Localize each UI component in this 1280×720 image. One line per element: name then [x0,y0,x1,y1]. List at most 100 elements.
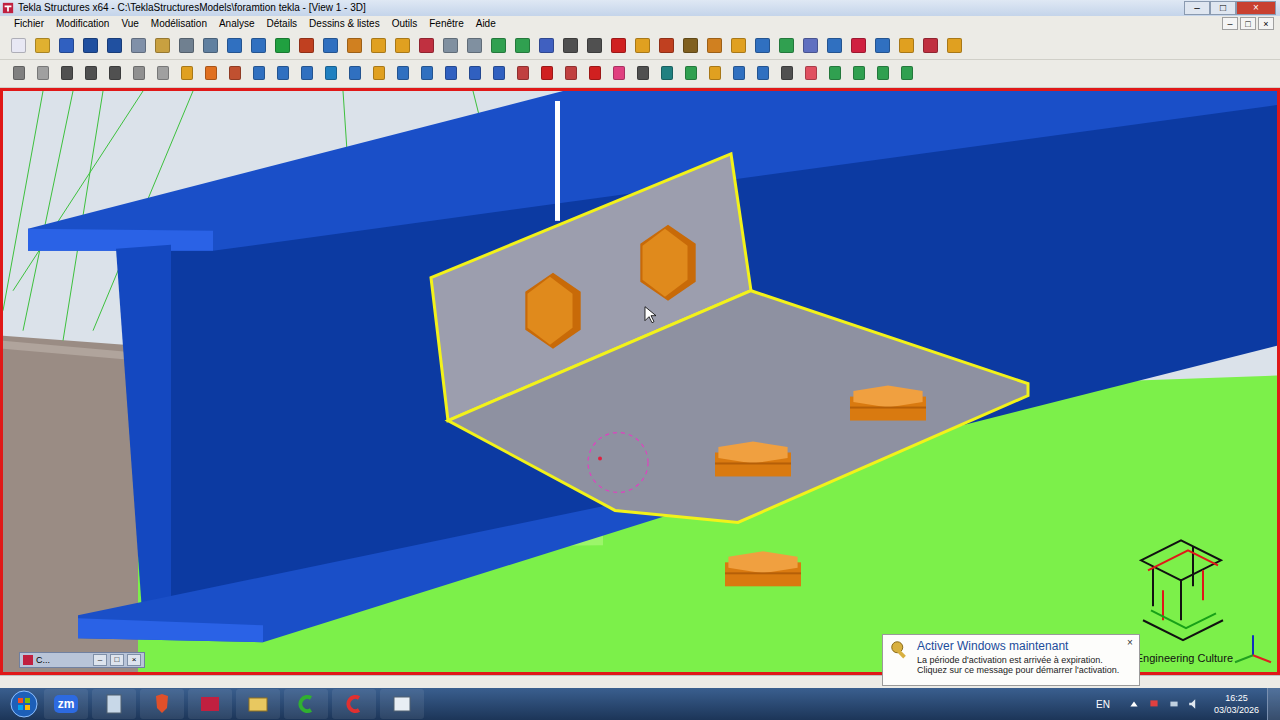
tool-icon[interactable] [608,35,629,56]
tool-icon[interactable] [512,63,533,84]
tool-icon[interactable] [560,35,581,56]
tool-icon[interactable] [896,35,917,56]
flag-icon[interactable] [1148,698,1160,710]
minimized-window-control-button[interactable]: × [127,654,141,666]
tool-icon[interactable] [296,35,317,56]
tool-icon[interactable] [584,63,605,84]
taskbar-app[interactable] [188,689,232,719]
tool-icon[interactable] [536,35,557,56]
view-control-button[interactable]: □ [1240,17,1256,30]
tool-icon[interactable] [8,35,29,56]
tool-icon[interactable] [392,63,413,84]
menu-item[interactable]: Analyse [213,18,261,29]
taskbar-app[interactable]: zm [44,689,88,719]
tool-icon[interactable] [776,35,797,56]
tool-icon[interactable] [80,63,101,84]
show-desktop-button[interactable] [1267,688,1280,720]
tool-icon[interactable] [392,35,413,56]
tool-icon[interactable] [272,63,293,84]
tool-icon[interactable] [440,63,461,84]
tool-icon[interactable] [488,63,509,84]
tool-icon[interactable] [200,35,221,56]
network-icon[interactable] [1168,698,1180,710]
tool-icon[interactable] [680,35,701,56]
tool-icon[interactable] [152,63,173,84]
tool-icon[interactable] [872,35,893,56]
tool-icon[interactable] [104,63,125,84]
tool-icon[interactable] [584,35,605,56]
nut-icon[interactable] [725,551,801,586]
tool-icon[interactable] [176,35,197,56]
start-button[interactable] [4,690,44,718]
language-indicator[interactable]: EN [1096,699,1110,710]
tool-icon[interactable] [632,35,653,56]
nut-icon[interactable] [850,385,926,420]
tool-icon[interactable] [224,35,245,56]
tool-icon[interactable] [656,35,677,56]
view-control-button[interactable]: × [1258,17,1274,30]
menu-item[interactable]: Modélisation [145,18,213,29]
model-scene[interactable] [3,91,1277,672]
tool-icon[interactable] [296,63,317,84]
tool-icon[interactable] [680,63,701,84]
tool-icon[interactable] [320,63,341,84]
tool-icon[interactable] [872,63,893,84]
tool-icon[interactable] [248,35,269,56]
tool-icon[interactable] [824,35,845,56]
tool-icon[interactable] [536,63,557,84]
tool-icon[interactable] [848,35,869,56]
menu-item[interactable]: Outils [386,18,424,29]
window-control-button[interactable]: × [1236,1,1276,15]
tool-icon[interactable] [32,35,53,56]
tool-icon[interactable] [80,35,101,56]
menu-item[interactable]: Aide [470,18,502,29]
tool-icon[interactable] [488,35,509,56]
tool-icon[interactable] [728,35,749,56]
tool-icon[interactable] [944,35,965,56]
tool-icon[interactable] [128,63,149,84]
notification-close-button[interactable]: × [1124,637,1136,649]
minimized-window-control-button[interactable]: □ [110,654,124,666]
minimized-window[interactable]: C...–□× [19,652,145,668]
tool-icon[interactable] [632,63,653,84]
tool-icon[interactable] [128,35,149,56]
show-hidden-icons-icon[interactable] [1128,698,1140,710]
tool-icon[interactable] [344,63,365,84]
menu-item[interactable]: Dessins & listes [303,18,386,29]
tool-icon[interactable] [752,35,773,56]
minimized-window-control-button[interactable]: – [93,654,107,666]
3d-view[interactable]: Engineering CultureC...–□× [0,88,1280,675]
tool-icon[interactable] [560,63,581,84]
tool-icon[interactable] [368,63,389,84]
menu-item[interactable]: Détails [261,18,304,29]
taskbar-app[interactable] [92,689,136,719]
tool-icon[interactable] [896,63,917,84]
taskbar-app[interactable] [236,689,280,719]
nut-icon[interactable] [715,441,791,476]
tool-icon[interactable] [56,63,77,84]
tool-icon[interactable] [320,35,341,56]
tool-icon[interactable] [848,63,869,84]
bolt-head-icon[interactable] [525,273,580,349]
tool-icon[interactable] [368,35,389,56]
tool-icon[interactable] [32,63,53,84]
tool-icon[interactable] [152,35,173,56]
tool-icon[interactable] [752,63,773,84]
menu-item[interactable]: Modification [50,18,115,29]
tool-icon[interactable] [512,35,533,56]
tool-icon[interactable] [464,63,485,84]
bolt-head-icon[interactable] [640,225,695,301]
tool-icon[interactable] [656,63,677,84]
menu-item[interactable]: Vue [115,18,144,29]
tool-icon[interactable] [8,63,29,84]
menu-item[interactable]: Fichier [8,18,50,29]
taskbar-app[interactable] [332,689,376,719]
view-control-button[interactable]: – [1222,17,1238,30]
tool-icon[interactable] [440,35,461,56]
tool-icon[interactable] [704,35,725,56]
tool-icon[interactable] [56,35,77,56]
tool-icon[interactable] [800,35,821,56]
window-control-button[interactable]: □ [1210,1,1236,15]
tool-icon[interactable] [200,63,221,84]
tool-icon[interactable] [728,63,749,84]
